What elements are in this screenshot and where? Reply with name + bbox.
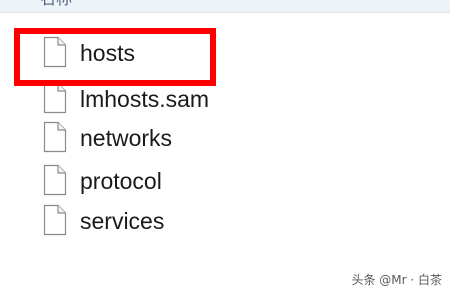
file-name: protocol: [80, 168, 162, 194]
file-name: hosts: [80, 40, 135, 66]
file-icon: [43, 204, 67, 236]
file-name: networks: [80, 125, 173, 151]
file-item-networks[interactable]: networks: [40, 121, 340, 155]
file-icon: [43, 164, 67, 196]
file-list: hosts lmhosts.sam networks protocol serv…: [0, 0, 450, 300]
file-item-lmhosts-sam[interactable]: lmhosts.sam: [40, 82, 340, 116]
watermark: 头条 @Mr · 白茶: [351, 271, 442, 288]
file-icon: [43, 121, 67, 153]
watermark-text: 头条 @Mr · 白茶: [351, 273, 442, 287]
file-icon: [43, 36, 67, 68]
file-name: lmhosts.sam: [80, 86, 210, 112]
file-item-services[interactable]: services: [40, 204, 340, 238]
file-icon: [43, 82, 67, 114]
file-explorer-window: 名称 hosts lmhosts.sam: [0, 0, 450, 300]
file-name: services: [80, 208, 165, 234]
file-item-hosts[interactable]: hosts: [40, 36, 340, 70]
file-item-protocol[interactable]: protocol: [40, 164, 340, 198]
